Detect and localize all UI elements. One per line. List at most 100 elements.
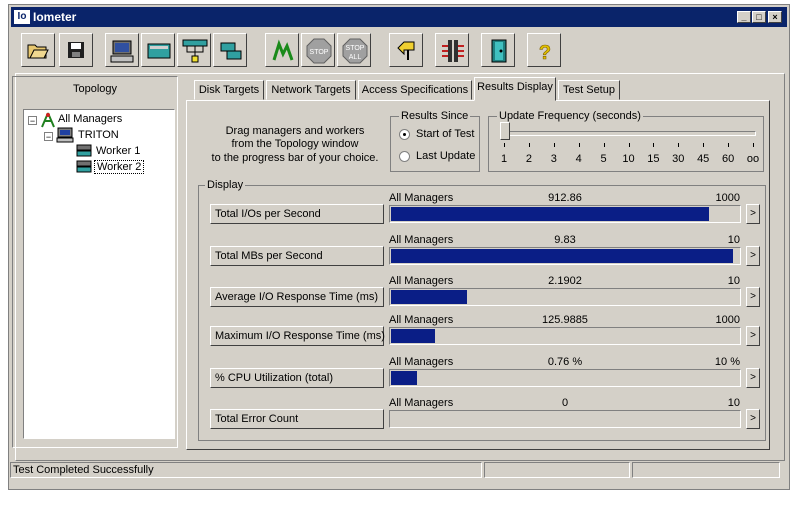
tab-access-specifications[interactable]: Access Specifications [358, 80, 472, 100]
results-since-label: Results Since [399, 110, 471, 122]
status-pane-3 [632, 462, 780, 478]
start-tests-icon [272, 39, 294, 61]
minimize-button[interactable]: _ [737, 11, 751, 23]
stop-button[interactable]: STOP [301, 33, 335, 67]
save-button[interactable] [59, 33, 93, 67]
toolbar: STOP STOP ALL ? [11, 29, 787, 73]
start-of-test-label[interactable]: Start of Test [416, 128, 475, 140]
stop-icon: STOP [306, 38, 332, 64]
stop-all-icon: STOP ALL [342, 38, 368, 64]
expand-arrow-button[interactable]: > [746, 368, 760, 388]
topology-tree[interactable]: − All Managers − TRITON Worker 1 Worker … [23, 109, 175, 439]
frequency-tick-label: 60 [721, 153, 735, 165]
tree-item-triton[interactable]: TRITON [78, 129, 119, 141]
about-button[interactable]: ? [527, 33, 561, 67]
new-manager-button[interactable] [177, 33, 211, 67]
copy-worker-icon [220, 42, 242, 60]
collapse-triton-icon[interactable]: − [44, 132, 53, 142]
expand-arrow-button[interactable]: > [746, 204, 760, 224]
result-type-button[interactable]: Total MBs per Second [210, 246, 384, 266]
new-disk-worker-icon [110, 40, 134, 63]
frequency-tick-mark [703, 143, 705, 147]
tree-item-worker-1[interactable]: Worker 1 [96, 145, 140, 157]
progress-bar[interactable] [389, 205, 741, 223]
title-bar: Io Iometer _ □ × [11, 7, 787, 27]
stop-all-icon-label2: ALL [349, 54, 362, 61]
stop-all-button[interactable]: STOP ALL [337, 33, 371, 67]
tab-test-setup[interactable]: Test Setup [558, 80, 620, 100]
start-of-test-radio[interactable] [399, 129, 410, 140]
computer-icon [56, 127, 74, 143]
bar-source-label: All Managers [389, 192, 454, 204]
frequency-tick-mark [578, 143, 580, 147]
bar-source-label: All Managers [389, 234, 454, 246]
frequency-tick-mark [553, 143, 555, 147]
open-icon [27, 44, 49, 59]
frequency-tick-mark [653, 143, 655, 147]
expand-arrow-button[interactable]: > [746, 409, 760, 429]
update-frequency-track[interactable] [502, 131, 756, 136]
maximize-button[interactable]: □ [752, 11, 766, 23]
copy-worker-button[interactable] [213, 33, 247, 67]
status-text: Test Completed Successfully [10, 462, 482, 478]
result-type-button[interactable]: Maximum I/O Response Time (ms) [210, 326, 385, 346]
bar-max-label: 1000 [715, 314, 740, 326]
bar-source-label: All Managers [389, 275, 454, 287]
instruction-line-3: to the progress bar of your choice. [211, 152, 379, 164]
tab-results-display[interactable]: Results Display [474, 77, 556, 101]
reset-workers-button[interactable] [389, 33, 423, 67]
reset-workers-icon [397, 41, 415, 60]
disconnect-button[interactable] [435, 33, 469, 67]
new-disk-worker-button[interactable] [105, 33, 139, 67]
new-network-worker-button[interactable] [141, 33, 175, 67]
window-title: Iometer [33, 10, 77, 24]
tree-item-all-managers[interactable]: All Managers [58, 113, 122, 125]
result-type-button[interactable]: % CPU Utilization (total) [210, 368, 384, 388]
result-type-button[interactable]: Total I/Os per Second [210, 204, 384, 224]
last-update-radio[interactable] [399, 151, 410, 162]
frequency-tick-label: 45 [697, 153, 710, 165]
exit-icon [491, 39, 507, 63]
progress-bar[interactable] [389, 410, 741, 428]
tree-item-worker-2[interactable]: Worker 2 [94, 160, 145, 174]
result-type-button[interactable]: Average I/O Response Time (ms) [210, 287, 384, 307]
status-bar: Test Completed Successfully [10, 462, 782, 480]
frequency-tick-mark [628, 143, 630, 147]
update-frequency-slider-thumb[interactable] [500, 122, 510, 140]
progress-bar[interactable] [389, 288, 741, 306]
exit-button[interactable] [481, 33, 515, 67]
bar-value-label: 0.76 % [547, 356, 583, 368]
start-tests-button[interactable] [265, 33, 299, 67]
progress-bar-fill [391, 329, 435, 343]
frequency-tick-label: 4 [575, 153, 582, 165]
progress-bar[interactable] [389, 247, 741, 265]
expand-arrow-button[interactable]: > [746, 246, 760, 266]
frequency-tick-label: 10 [622, 153, 635, 165]
frequency-tick-label: 3 [550, 153, 557, 165]
frequency-tick-mark [678, 143, 680, 147]
collapse-all-managers-icon[interactable]: − [28, 116, 37, 126]
bar-value-label: 0 [561, 397, 569, 409]
frequency-tick-mark [528, 143, 530, 147]
frequency-tick-label: 30 [672, 153, 685, 165]
frequency-tick-label: 15 [647, 153, 660, 165]
expand-arrow-button[interactable]: > [746, 287, 760, 307]
stop-all-icon-label: STOP [346, 45, 365, 52]
worker-icon [76, 144, 92, 157]
new-network-worker-icon [147, 43, 171, 59]
bar-value-label: 125.9885 [542, 314, 588, 326]
progress-bar[interactable] [389, 369, 741, 387]
tab-disk-targets[interactable]: Disk Targets [194, 80, 264, 100]
close-button[interactable]: × [768, 11, 782, 23]
open-button[interactable] [21, 33, 55, 67]
instruction-line-2: from the Topology window [231, 138, 359, 150]
expand-arrow-button[interactable]: > [746, 326, 760, 346]
bar-max-label: 1000 [715, 192, 740, 204]
new-manager-icon [182, 39, 208, 63]
last-update-label[interactable]: Last Update [416, 150, 475, 162]
result-type-button[interactable]: Total Error Count [210, 409, 384, 429]
bar-value-label: 9.83 [554, 234, 576, 246]
bar-source-label: All Managers [389, 397, 454, 409]
progress-bar[interactable] [389, 327, 741, 345]
tab-network-targets[interactable]: Network Targets [266, 80, 356, 100]
